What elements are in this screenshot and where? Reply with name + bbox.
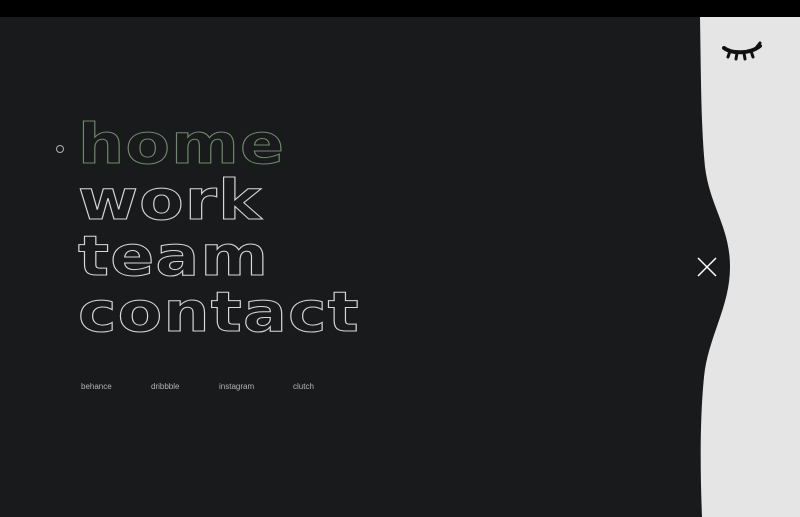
main-navigation: home work team contact bbox=[77, 116, 359, 341]
close-menu-button[interactable] bbox=[693, 253, 721, 281]
nav-link-work[interactable]: work bbox=[77, 172, 262, 229]
nav-link-home[interactable]: home bbox=[77, 116, 285, 173]
social-item-clutch: clutch bbox=[293, 374, 314, 393]
social-item-dribbble: dribbble bbox=[151, 374, 219, 393]
nav-link-team[interactable]: team bbox=[77, 228, 269, 285]
nav-link-contact[interactable]: contact bbox=[77, 284, 360, 341]
close-icon bbox=[697, 257, 717, 277]
circle-indicator-icon bbox=[56, 145, 64, 153]
closed-eye-logo-icon[interactable] bbox=[720, 40, 764, 62]
nav-item-home: home bbox=[77, 116, 317, 173]
social-link-behance[interactable]: behance bbox=[81, 382, 112, 391]
social-item-behance: behance bbox=[81, 374, 151, 393]
nav-item-team: team bbox=[77, 228, 317, 285]
social-item-instagram: instagram bbox=[219, 374, 293, 393]
social-link-dribbble[interactable]: dribbble bbox=[151, 382, 179, 391]
nav-item-work: work bbox=[77, 172, 317, 229]
nav-item-contact: contact bbox=[77, 284, 359, 341]
social-link-instagram[interactable]: instagram bbox=[219, 382, 254, 391]
social-links: behance dribbble instagram clutch bbox=[81, 374, 314, 393]
social-link-clutch[interactable]: clutch bbox=[293, 382, 314, 391]
top-bar bbox=[0, 0, 800, 17]
